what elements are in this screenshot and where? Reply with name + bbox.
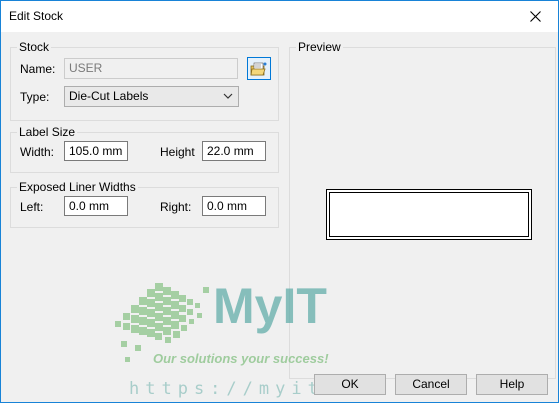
height-field[interactable]: 22.0 mm (202, 141, 266, 161)
title-bar: Edit Stock (1, 1, 558, 32)
liner-widths-group-title: Exposed Liner Widths (17, 180, 138, 194)
right-field[interactable]: 0.0 mm (202, 196, 266, 216)
ok-button[interactable]: OK (314, 374, 386, 395)
type-select[interactable]: Die-Cut Labels (64, 86, 239, 107)
width-label: Width: (20, 145, 55, 159)
preview-group-title: Preview (296, 40, 343, 54)
browse-button[interactable] (247, 57, 271, 80)
type-label: Type: (20, 90, 50, 104)
logo-pixel-mark (115, 283, 209, 362)
name-label: Name: (20, 62, 56, 76)
left-field[interactable]: 0.0 mm (64, 196, 128, 216)
name-field[interactable]: USER (64, 58, 238, 79)
stock-group-title: Stock (17, 40, 52, 54)
window-title: Edit Stock (9, 9, 64, 23)
chevron-down-icon (223, 93, 233, 99)
label-preview (326, 189, 532, 240)
help-button[interactable]: Help (476, 374, 548, 395)
right-label: Right: (160, 200, 192, 214)
folder-browse-icon (250, 62, 267, 75)
edit-stock-dialog: Edit Stock Stock Name: USER Type: Die-Cu… (0, 0, 559, 403)
height-label: Height (160, 145, 195, 159)
cancel-button[interactable]: Cancel (395, 374, 467, 395)
left-label: Left: (20, 200, 44, 214)
width-field[interactable]: 105.0 mm (64, 141, 128, 161)
label-size-group-title: Label Size (17, 125, 78, 139)
type-select-value: Die-Cut Labels (69, 89, 149, 103)
close-icon[interactable] (512, 1, 558, 32)
